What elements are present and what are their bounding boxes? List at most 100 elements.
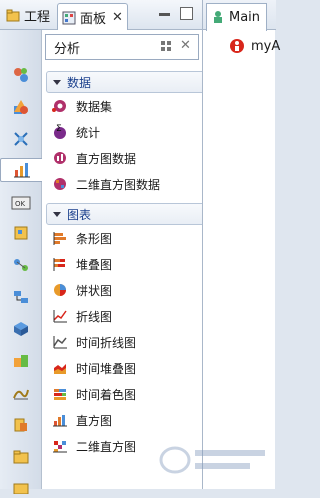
agent-type-icon bbox=[212, 10, 225, 28]
palette-header: 分析 ✕ bbox=[45, 34, 199, 60]
drawer-charts-label: 图表 bbox=[67, 207, 92, 222]
layout-icon[interactable] bbox=[160, 40, 172, 56]
palette-tab-label: 面板 bbox=[80, 12, 107, 27]
statistic-icon: Σ bbox=[54, 124, 66, 139]
palette-item-histogram2d-data[interactable]: 二维直方图数据 bbox=[52, 175, 160, 193]
agent-label: myA bbox=[251, 38, 281, 54]
palette-item-bar-chart[interactable]: 条形图 bbox=[52, 229, 112, 247]
expand-triangle-icon bbox=[53, 79, 61, 85]
toolbar-button-13[interactable] bbox=[9, 446, 33, 468]
palette-item-label: 数据集 bbox=[76, 99, 113, 114]
palette-item-time-stacked-chart[interactable]: 时间堆叠图 bbox=[52, 359, 136, 377]
connectivity-icon bbox=[14, 259, 28, 271]
presentation-icon bbox=[14, 226, 28, 240]
folder-icon bbox=[13, 450, 29, 464]
time-line-chart-icon bbox=[53, 336, 67, 349]
watermark-logo bbox=[150, 438, 275, 483]
palette-item-pie-chart[interactable]: 饼状图 bbox=[52, 281, 112, 299]
palette-item-histogram-data[interactable]: 直方图数据 bbox=[52, 149, 136, 167]
network-icon bbox=[14, 132, 28, 146]
palette-item-dataset[interactable]: 数据集 bbox=[52, 97, 112, 115]
palette-item-label: 二维直方图数据 bbox=[76, 177, 161, 192]
editor-tab-main[interactable]: Main bbox=[206, 3, 268, 31]
palette-item-label: 二维直方图 bbox=[76, 439, 137, 454]
close-icon[interactable]: ✕ bbox=[112, 10, 123, 25]
toolbar-button-14[interactable] bbox=[9, 476, 33, 498]
state-icon bbox=[14, 68, 28, 82]
palette-item-label: 条形图 bbox=[76, 231, 113, 246]
editor-tab-bar: Main bbox=[203, 0, 276, 31]
palette-item-stacked-chart[interactable]: 堆叠图 bbox=[52, 255, 112, 273]
histogram-data-icon bbox=[54, 152, 66, 164]
toolbar-button-3[interactable] bbox=[9, 128, 33, 150]
toolbar-button-9[interactable] bbox=[9, 318, 33, 340]
palette-title: 分析 bbox=[54, 41, 81, 57]
palette-item-label: 堆叠图 bbox=[76, 257, 113, 272]
toolbar-button-analysis[interactable] bbox=[0, 158, 44, 182]
palette-item-label: 折线图 bbox=[76, 309, 113, 324]
maximize-icon[interactable] bbox=[180, 7, 193, 20]
folder-icon-2 bbox=[13, 483, 29, 494]
pedestrian-icon bbox=[14, 322, 28, 336]
histogram2d-data-icon bbox=[54, 178, 66, 190]
toolbar-button-5[interactable]: OK bbox=[9, 192, 33, 214]
palette-item-time-line-chart[interactable]: 时间折线图 bbox=[52, 333, 136, 351]
library-icon bbox=[14, 418, 27, 432]
collapse-icon[interactable]: ✕ bbox=[180, 38, 191, 53]
palette-item-time-color-chart[interactable]: 时间着色图 bbox=[52, 385, 136, 403]
expand-triangle-icon bbox=[53, 211, 61, 217]
palette-item-label: 直方图 bbox=[76, 413, 113, 428]
palette-item-label: 统计 bbox=[76, 125, 101, 140]
palette-item-label: 时间着色图 bbox=[76, 387, 137, 402]
svg-text:OK: OK bbox=[15, 200, 26, 208]
project-tab[interactable]: 工程 bbox=[2, 3, 54, 28]
process-icon bbox=[14, 291, 28, 303]
line-chart-icon bbox=[53, 310, 67, 323]
palette-item-label: 直方图数据 bbox=[76, 151, 137, 166]
rail-icon bbox=[14, 355, 28, 367]
palette-panel: 分析 ✕ 数据 数据集 Σ 统计 直方图数据 二维直方图数据 图表 条形图 堆叠… bbox=[42, 30, 206, 489]
svg-text:Σ: Σ bbox=[56, 124, 62, 134]
palette-toolbar: OK bbox=[0, 30, 44, 494]
palette-tab[interactable]: 面板 ✕ bbox=[57, 3, 128, 31]
toolbar-button-11[interactable] bbox=[9, 382, 33, 404]
toolbar-button-6[interactable] bbox=[9, 222, 33, 244]
project-icon bbox=[6, 9, 20, 23]
drawer-data[interactable]: 数据 bbox=[46, 71, 206, 93]
palette-item-statistics[interactable]: Σ 统计 bbox=[52, 123, 100, 141]
palette-item-label: 饼状图 bbox=[76, 283, 113, 298]
toolbar-button-8[interactable] bbox=[9, 286, 33, 308]
fluid-icon bbox=[13, 389, 29, 400]
time-stacked-chart-icon bbox=[54, 364, 66, 374]
drawer-charts[interactable]: 图表 bbox=[46, 203, 206, 225]
stacked-chart-icon bbox=[53, 258, 65, 271]
drawer-data-label: 数据 bbox=[67, 75, 92, 90]
toolbar-button-7[interactable] bbox=[9, 254, 33, 276]
palette-item-histogram2d[interactable]: 二维直方图 bbox=[52, 437, 136, 455]
palette-item-label: 时间堆叠图 bbox=[76, 361, 137, 376]
ok-button-icon: OK bbox=[11, 196, 31, 210]
time-color-chart-icon bbox=[54, 389, 66, 400]
editor-area: Main myA bbox=[202, 0, 280, 489]
pie-chart-icon bbox=[54, 284, 66, 296]
analysis-icon bbox=[14, 163, 30, 178]
toolbar-button-12[interactable] bbox=[9, 414, 33, 436]
toolbar-button-10[interactable] bbox=[9, 350, 33, 372]
palette-item-line-chart[interactable]: 折线图 bbox=[52, 307, 112, 325]
project-tab-label: 工程 bbox=[24, 10, 51, 25]
palette-item-label: 时间折线图 bbox=[76, 335, 137, 350]
toolbar-button-2[interactable] bbox=[9, 96, 33, 118]
shapes-icon bbox=[14, 100, 28, 114]
editor-agent-item[interactable]: myA bbox=[229, 38, 280, 54]
minimize-icon[interactable] bbox=[159, 13, 170, 16]
histogram2d-icon bbox=[53, 441, 67, 453]
bar-chart-icon bbox=[53, 232, 66, 245]
editor-tab-label: Main bbox=[229, 10, 261, 25]
histogram-icon bbox=[53, 415, 67, 427]
agent-icon bbox=[230, 39, 244, 53]
toolbar-button-1[interactable] bbox=[9, 64, 33, 86]
view-tab-strip: 工程 面板 ✕ bbox=[0, 0, 202, 31]
dataset-icon bbox=[52, 100, 66, 112]
palette-item-histogram[interactable]: 直方图 bbox=[52, 411, 112, 429]
palette-icon bbox=[62, 11, 76, 25]
